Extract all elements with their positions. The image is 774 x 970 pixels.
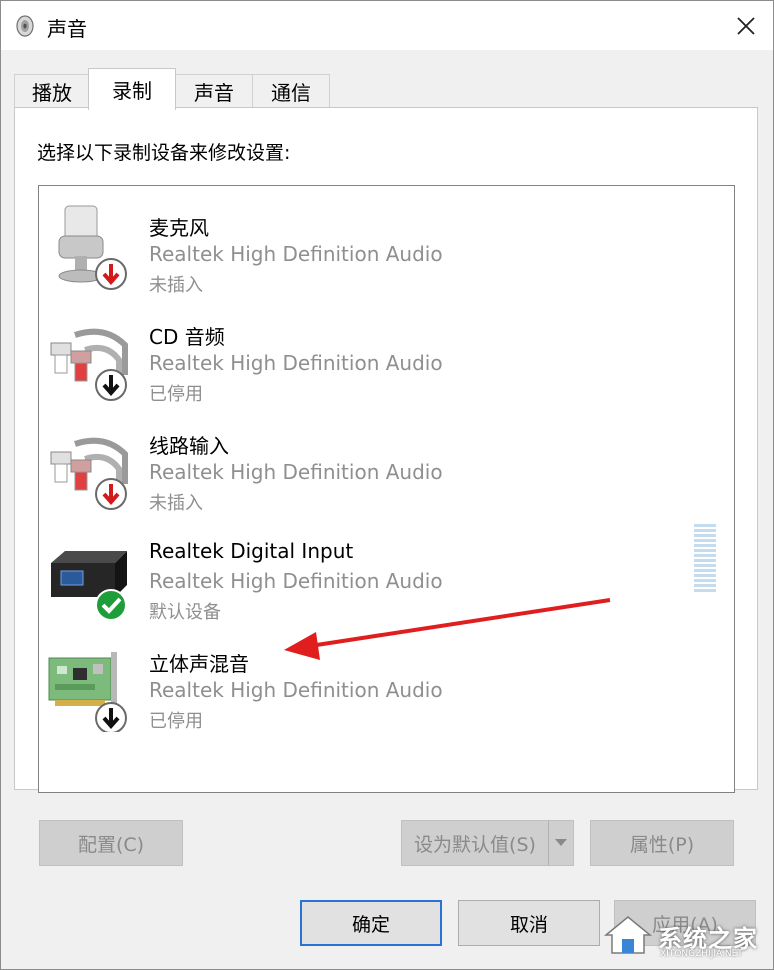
microphone-icon (58, 205, 127, 290)
tab-playback[interactable]: 播放 (14, 74, 90, 108)
list-item-line-in[interactable]: 线路输入 Realtek High Definition Audio 未插入 (39, 414, 719, 519)
list-item-digital-input[interactable]: Realtek Digital Input Realtek High Defin… (39, 523, 719, 628)
device-status: 默认设备 (149, 602, 221, 623)
speaker-icon (16, 15, 34, 37)
instruction-text: 选择以下录制设备来修改设置: (37, 142, 291, 164)
rca-cable-icon (50, 437, 128, 510)
chevron-down-icon (555, 839, 567, 846)
device-status: 已停用 (149, 384, 203, 405)
cancel-button[interactable]: 取消 (458, 900, 600, 946)
window-title: 声音 (47, 17, 87, 41)
ok-button[interactable]: 确定 (300, 900, 442, 946)
red-down-arrow-badge (95, 258, 127, 290)
watermark: 系统之家 XITONGZHIJIA.NET (600, 905, 770, 967)
title-bar: 声音 (1, 1, 773, 50)
set-default-button[interactable]: 设为默认值(S) (401, 820, 549, 866)
tab-recording[interactable]: 录制 (88, 68, 176, 110)
device-name: 麦克风 (149, 216, 209, 240)
green-check-badge (95, 589, 127, 621)
device-driver: Realtek High Definition Audio (149, 569, 443, 593)
black-down-arrow-badge (95, 702, 127, 732)
device-name: 线路输入 (149, 434, 229, 458)
device-name: 立体声混音 (149, 652, 249, 676)
device-driver: Realtek High Definition Audio (149, 351, 443, 375)
device-status: 未插入 (149, 275, 203, 296)
red-down-arrow-badge (95, 478, 127, 510)
device-status: 已停用 (149, 711, 203, 732)
device-name: CD 音频 (149, 325, 225, 349)
watermark-subtext: XITONGZHIJIA.NET (660, 949, 743, 959)
properties-button[interactable]: 属性(P) (590, 820, 734, 866)
close-button[interactable] (727, 7, 765, 45)
configure-button[interactable]: 配置(C) (39, 820, 183, 866)
tab-communications[interactable]: 通信 (252, 74, 330, 108)
device-status: 未插入 (149, 493, 203, 514)
house-logo-icon (603, 916, 653, 954)
close-icon (737, 17, 755, 35)
device-driver: Realtek High Definition Audio (149, 460, 443, 484)
rca-cable-icon (50, 328, 128, 401)
digital-input-box-icon (51, 551, 127, 621)
recording-tab-panel: 选择以下录制设备来修改设置: 麦克风 Realtek High Definiti… (14, 107, 758, 793)
tab-sounds[interactable]: 声音 (174, 74, 254, 108)
level-meter (694, 524, 716, 592)
device-driver: Realtek High Definition Audio (149, 678, 443, 702)
list-item-microphone[interactable]: 麦克风 Realtek High Definition Audio 未插入 (39, 196, 719, 301)
black-down-arrow-badge (95, 369, 127, 401)
device-list[interactable]: 麦克风 Realtek High Definition Audio 未插入 CD… (38, 185, 735, 793)
sound-card-icon (48, 652, 127, 732)
device-name: Realtek Digital Input (149, 539, 354, 563)
device-driver: Realtek High Definition Audio (149, 242, 443, 266)
list-item-cd-audio[interactable]: CD 音频 Realtek High Definition Audio 已停用 (39, 305, 719, 410)
set-default-dropdown[interactable] (548, 820, 574, 866)
list-item-stereo-mix[interactable]: 立体声混音 Realtek High Definition Audio 已停用 (39, 632, 719, 737)
